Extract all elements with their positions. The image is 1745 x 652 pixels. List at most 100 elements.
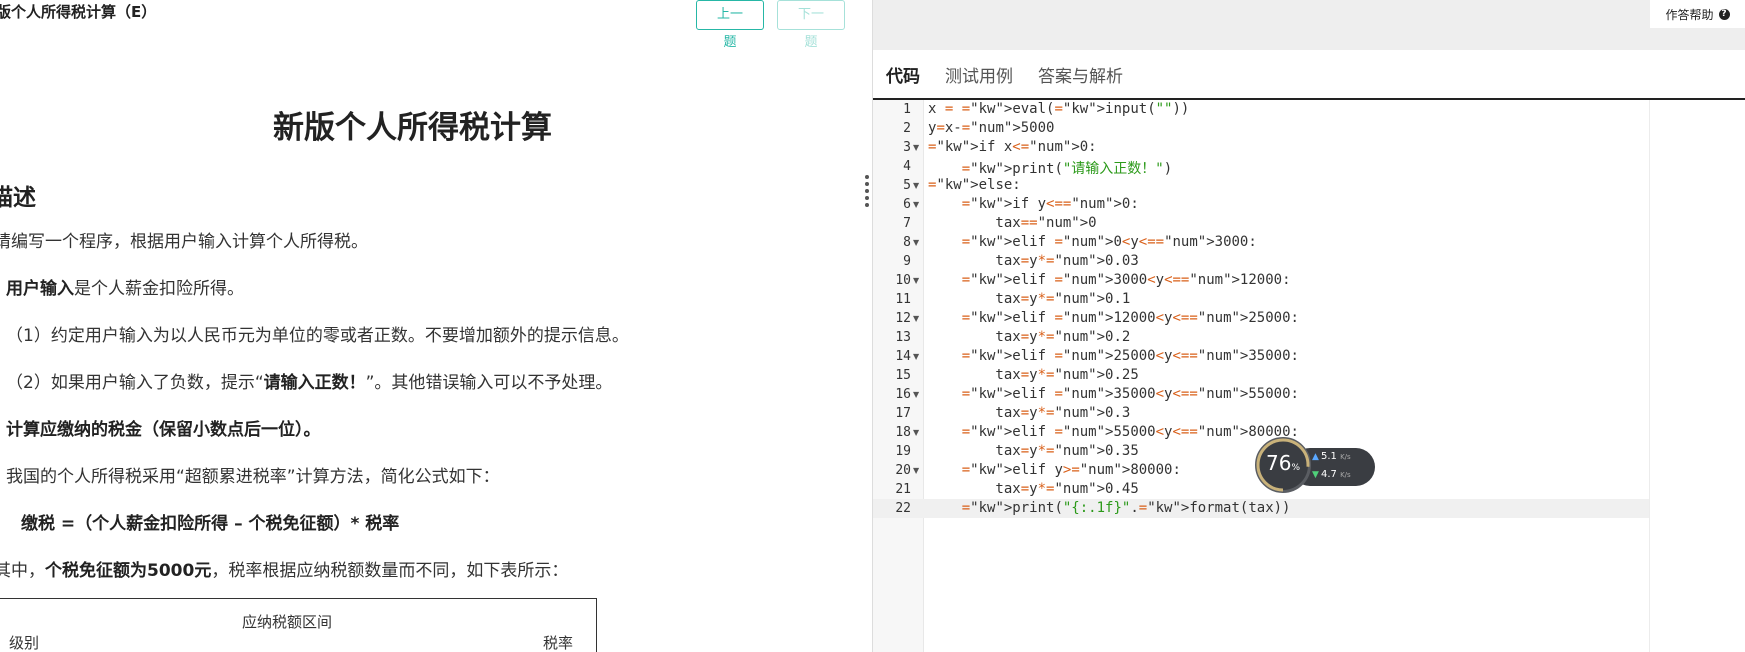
line-number: 19 — [895, 444, 911, 459]
usage-percent-unit: % — [1291, 463, 1300, 473]
line-number: 18 — [895, 425, 911, 440]
code-line[interactable]: tax=y*="num">0.45 — [928, 481, 1138, 497]
editor-topbar — [873, 0, 1745, 50]
fold-toggle-icon[interactable]: ▼ — [913, 352, 919, 361]
code-line[interactable]: ="kw">if y<=="num">0: — [928, 196, 1139, 212]
code-line[interactable]: tax=y*="num">0.2 — [928, 329, 1130, 345]
rule-2: （2）如果用户输入了负数，提示“请输入正数！”。其他错误输入可以不予处理。 — [6, 368, 612, 393]
code-line[interactable]: ="kw">elif ="num">0<y<=="num">3000: — [928, 234, 1257, 250]
input-label: 用户输入 — [6, 279, 74, 299]
line-number: 4 — [903, 159, 911, 174]
line-number: 22 — [895, 501, 911, 516]
upload-speed: 5.1 K/s — [1321, 451, 1351, 462]
line-number: 7 — [903, 216, 911, 231]
line-number: 11 — [895, 292, 911, 307]
code-line[interactable]: ="kw">elif ="num">25000<y<=="num">35000: — [928, 348, 1299, 364]
next-question-button[interactable]: 下一题 — [777, 0, 845, 50]
problem-pane: 版个人所得税计算（E） 上一题 下一题 新版个人所得税计算 描述 请编写一个程序… — [0, 0, 872, 652]
code-line[interactable]: ="kw">if x<="num">0: — [928, 139, 1097, 155]
upload-speed-unit: K/s — [1340, 453, 1351, 461]
tax-formula: 缴税 =（个人薪金扣险所得 – 个税免征额）* 税率 — [21, 509, 399, 534]
code-line[interactable]: ="kw">elif y>="num">80000: — [928, 462, 1181, 478]
help-label: 作答帮助 — [1665, 7, 1714, 22]
download-arrow-icon: ▼ — [1312, 470, 1319, 480]
code-line[interactable]: ="kw">else: — [928, 177, 1021, 193]
prev-question-button[interactable]: 上一题 — [696, 0, 764, 50]
resize-handle[interactable] — [865, 175, 869, 210]
line-number: 9 — [903, 254, 911, 269]
usage-percent: 76% — [1263, 451, 1303, 475]
tab-test-cases[interactable]: 测试用例 — [945, 62, 1013, 93]
tab-answer-analysis[interactable]: 答案与解析 — [1038, 62, 1123, 93]
note-a: 其中， — [0, 561, 45, 581]
upload-speed-value: 5.1 — [1321, 451, 1337, 462]
code-line[interactable]: tax=y*="num">0.35 — [928, 443, 1138, 459]
code-pane: 作答帮助 ? 代码 测试用例 答案与解析 1 x = ="kw">eval(="k… — [873, 0, 1745, 652]
table-header-rate: 税率 — [543, 634, 574, 652]
print-margin — [1649, 100, 1650, 652]
line-number: 5 — [903, 178, 911, 193]
note-b: ，税率根据应纳税额数量而不同，如下表所示： — [211, 561, 569, 581]
fold-toggle-icon[interactable]: ▼ — [913, 466, 919, 475]
question-icon: ? — [1718, 8, 1730, 20]
line-number: 3 — [903, 140, 911, 155]
input-description: 用户输入是个人薪金扣险所得。 — [6, 274, 244, 299]
code-line[interactable]: tax=y*="num">0.3 — [928, 405, 1130, 421]
method-line: 我国的个人所得税采用“超额累进税率”计算方法，简化公式如下： — [6, 467, 500, 487]
section-heading: 描述 — [0, 185, 36, 211]
code-line[interactable]: y=x-="num">5000 — [928, 120, 1054, 136]
fold-toggle-icon[interactable]: ▼ — [913, 181, 919, 190]
line-number: 2 — [903, 121, 911, 136]
line-number: 8 — [903, 235, 911, 250]
code-line[interactable]: ="kw">print("{:.1f}".="kw">format(tax)) — [928, 500, 1291, 516]
line-number: 6 — [903, 197, 911, 212]
code-line[interactable]: ="kw">elif ="num">12000<y<=="num">25000: — [928, 310, 1299, 326]
problem-breadcrumb: 版个人所得税计算（E） — [0, 3, 157, 21]
calc-instruction: 计算应缴纳的税金（保留小数点后一位）。 — [6, 415, 321, 440]
rule-2-b: ”。其他错误输入可以不予处理。 — [365, 373, 613, 393]
input-rest: 是个人薪金扣险所得。 — [74, 279, 244, 299]
intro-text: 请编写一个程序，根据用户输入计算个人所得税。 — [0, 232, 368, 252]
code-line[interactable]: tax=="num">0 — [928, 215, 1096, 231]
code-line[interactable]: tax=y*="num">0.25 — [928, 367, 1138, 383]
problem-title: 新版个人所得税计算 — [273, 110, 552, 146]
exemption-note: 其中，个税免征额为5000元，税率根据应纳税额数量而不同，如下表所示： — [0, 556, 568, 581]
line-number: 10 — [895, 273, 911, 288]
fold-toggle-icon[interactable]: ▼ — [913, 200, 919, 209]
code-line[interactable]: ="kw">elif ="num">3000<y<=="num">12000: — [928, 272, 1291, 288]
code-line[interactable]: tax=y*="num">0.03 — [928, 253, 1138, 269]
fold-toggle-icon[interactable]: ▼ — [913, 314, 919, 323]
download-speed-value: 4.7 — [1321, 469, 1337, 480]
fold-toggle-icon[interactable]: ▼ — [913, 276, 919, 285]
code-line[interactable]: x = ="kw">eval(="kw">input("")) — [928, 101, 1189, 117]
formula-text: 缴税 =（个人薪金扣险所得 – 个税免征额）* 税率 — [21, 514, 400, 534]
fold-toggle-icon[interactable]: ▼ — [913, 143, 919, 152]
tax-rate-table: 应纳税额区间 级别 税率 — [0, 598, 597, 652]
upload-arrow-icon: ▲ — [1312, 452, 1319, 462]
calc-line: 计算应缴纳的税金（保留小数点后一位）。 — [6, 420, 321, 440]
network-speed-widget[interactable]: 76% ▲ ▼ 5.1 K/s 4.7 K/s — [1255, 437, 1375, 497]
code-line[interactable]: ="kw">elif ="num">55000<y<=="num">80000: — [928, 424, 1299, 440]
tab-code[interactable]: 代码 — [886, 62, 920, 93]
fold-toggle-icon[interactable]: ▼ — [913, 390, 919, 399]
line-number: 16 — [895, 387, 911, 402]
line-number: 15 — [895, 368, 911, 383]
help-button[interactable]: 作答帮助 ? — [1650, 0, 1745, 28]
table-header-range: 应纳税额区间 — [242, 613, 333, 631]
code-editor[interactable]: 1 x = ="kw">eval(="kw">input("")) 2 y=x-="n… — [873, 100, 1745, 652]
code-line[interactable]: ="kw">print("请输入正数！") — [928, 158, 1172, 178]
usage-percent-value: 76 — [1265, 451, 1292, 475]
code-line[interactable]: ="kw">elif ="num">35000<y<=="num">55000: — [928, 386, 1299, 402]
fold-toggle-icon[interactable]: ▼ — [913, 238, 919, 247]
line-number: 1 — [903, 102, 911, 117]
line-number: 14 — [895, 349, 911, 364]
line-number: 17 — [895, 406, 911, 421]
rule-1: （1）约定用户输入为以人民币元为单位的零或者正数。不要增加额外的提示信息。 — [6, 326, 629, 346]
table-header-level: 级别 — [9, 634, 40, 652]
code-line[interactable]: tax=y*="num">0.1 — [928, 291, 1130, 307]
line-number: 21 — [895, 482, 911, 497]
rule-2-bold: 请输入正数！ — [263, 373, 366, 393]
download-speed-unit: K/s — [1340, 471, 1351, 479]
editor-tabs: 代码 测试用例 答案与解析 — [873, 50, 1745, 100]
fold-toggle-icon[interactable]: ▼ — [913, 428, 919, 437]
